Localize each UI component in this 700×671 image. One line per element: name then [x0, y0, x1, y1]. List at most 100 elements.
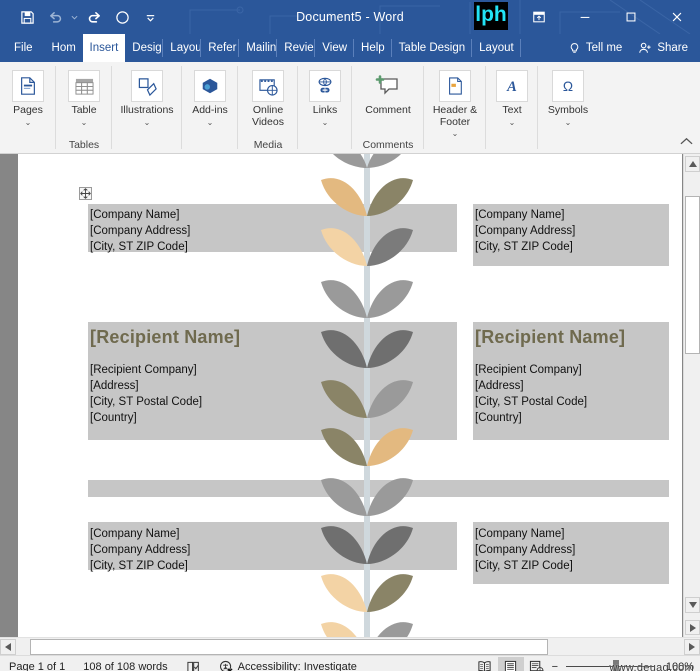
- word-count-label: 108 of 108 words: [83, 660, 168, 671]
- web-layout-icon: [529, 660, 544, 671]
- table-caret-icon[interactable]: ⌄: [81, 118, 88, 127]
- triangle-down-icon: [688, 602, 697, 608]
- table-button[interactable]: Table ⌄: [56, 67, 112, 127]
- header-footer-caret-icon[interactable]: ⌄: [452, 129, 459, 138]
- chevron-up-icon: [680, 137, 693, 145]
- collapse-ribbon-button[interactable]: [680, 137, 693, 149]
- addins-label: Add-ins: [192, 104, 228, 116]
- triangle-right-icon: [689, 642, 695, 651]
- recipient-block-left[interactable]: [Recipient Company] [Address] [City, ST …: [90, 362, 202, 426]
- ribbon-group-label-tables: Tables: [68, 139, 100, 151]
- close-button[interactable]: [654, 0, 700, 34]
- sender-right-bottom-line3: [City, ST ZIP Code]: [475, 560, 573, 572]
- save-button[interactable]: [14, 4, 40, 30]
- accessibility-status[interactable]: Accessibility: Investigate: [210, 656, 366, 671]
- scroll-left-button[interactable]: [0, 638, 16, 655]
- sender-block-right-bottom[interactable]: [Company Name] [Company Address] [City, …: [475, 526, 575, 574]
- vertical-scrollbar[interactable]: [683, 154, 700, 637]
- tab-layout[interactable]: Layou: [163, 34, 202, 62]
- svg-text:A: A: [506, 79, 517, 95]
- recipient-right-line4: [Country]: [475, 412, 522, 424]
- comment-icon: [372, 70, 404, 102]
- tab-review[interactable]: Revie: [277, 34, 316, 62]
- text-caret-icon[interactable]: ⌄: [509, 118, 516, 127]
- accessibility-label: Accessibility: Investigate: [237, 660, 357, 671]
- illustrations-button[interactable]: Illustrations ⌄: [113, 67, 181, 127]
- horizontal-scrollbar[interactable]: [0, 637, 700, 655]
- symbols-label: Symbols: [547, 104, 589, 116]
- ribbon-group-label-comments: Comments: [362, 139, 414, 151]
- view-print-layout-button[interactable]: [497, 656, 524, 671]
- tab-design[interactable]: Desig: [125, 34, 164, 62]
- text-button[interactable]: A Text ⌄: [484, 67, 540, 127]
- text-label: Text: [502, 104, 522, 116]
- scroll-down-button[interactable]: [685, 597, 700, 613]
- sender-left-line3: [City, ST ZIP Code]: [90, 241, 188, 253]
- view-read-mode-button[interactable]: [472, 657, 498, 671]
- recipient-right-line1: [Recipient Company]: [475, 364, 582, 376]
- sender-block-left[interactable]: [Company Name] [Company Address] [City, …: [90, 207, 190, 255]
- pages-caret-icon[interactable]: ⌄: [25, 118, 32, 127]
- comment-button[interactable]: Comment: [354, 67, 422, 117]
- tab-file[interactable]: File: [0, 34, 45, 62]
- tab-home[interactable]: Hom: [45, 34, 83, 62]
- recipient-right-name[interactable]: [Recipient Name]: [475, 327, 625, 348]
- ribbon-group-tables: Table ⌄ Tables: [56, 62, 112, 153]
- symbols-caret-icon[interactable]: ⌄: [565, 118, 572, 127]
- tell-me-button[interactable]: Tell me: [558, 42, 632, 55]
- table-move-handle[interactable]: [79, 187, 92, 200]
- tab-table-layout[interactable]: Layout: [472, 34, 521, 62]
- illustrations-caret-icon[interactable]: ⌄: [144, 118, 151, 127]
- tab-references[interactable]: Refer: [201, 34, 240, 62]
- tab-help[interactable]: Help: [354, 34, 392, 62]
- horizontal-scroll-thumb[interactable]: [30, 638, 548, 655]
- tab-mailings[interactable]: Mailin: [239, 34, 278, 62]
- sender-left-bottom-line1: [Company Name]: [90, 528, 180, 540]
- redo-button[interactable]: [81, 4, 107, 30]
- sender-block-left-bottom[interactable]: [Company Name] [Company Address] [City, …: [90, 526, 190, 574]
- symbols-button[interactable]: Ω Symbols ⌄: [540, 67, 596, 127]
- autosave-toggle[interactable]: [109, 4, 135, 30]
- undo-dropdown[interactable]: [70, 4, 79, 30]
- sender-left-line1: [Company Name]: [90, 209, 180, 221]
- word-count[interactable]: 108 of 108 words: [74, 656, 176, 671]
- ribbon-display-options-button[interactable]: [516, 0, 562, 34]
- sender-right-line3: [City, ST ZIP Code]: [475, 241, 573, 253]
- maximize-button[interactable]: [608, 0, 654, 34]
- pages-button[interactable]: Pages ⌄: [0, 67, 56, 127]
- customize-qat-button[interactable]: [137, 4, 163, 30]
- view-web-layout-button[interactable]: [524, 657, 550, 671]
- vertical-scroll-thumb[interactable]: [685, 196, 700, 354]
- recipient-left-name[interactable]: [Recipient Name]: [90, 327, 240, 348]
- zoom-out-button[interactable]: −: [550, 661, 560, 671]
- tab-table-design[interactable]: Table Design: [392, 34, 473, 62]
- scroll-up-button[interactable]: [685, 156, 700, 172]
- tab-view[interactable]: View: [315, 34, 354, 62]
- proofing-icon: [187, 661, 199, 671]
- share-person-icon: [639, 42, 651, 53]
- save-icon: [20, 10, 34, 24]
- minimize-button[interactable]: [562, 0, 608, 34]
- next-page-button[interactable]: [685, 620, 700, 635]
- online-videos-button[interactable]: Online Videos: [240, 67, 296, 128]
- scroll-right-button[interactable]: [684, 638, 700, 655]
- addins-button[interactable]: Add-ins ⌄: [182, 67, 238, 127]
- addins-caret-icon[interactable]: ⌄: [207, 118, 214, 127]
- addins-icon: [194, 70, 226, 102]
- triangle-left-icon: [5, 642, 11, 651]
- links-caret-icon[interactable]: ⌄: [322, 118, 329, 127]
- document-page[interactable]: [Company Name] [Company Address] [City, …: [18, 154, 682, 637]
- recipient-block-right[interactable]: [Recipient Company] [Address] [City, ST …: [475, 362, 587, 426]
- proofing-status[interactable]: [177, 656, 210, 671]
- recipient-left-line3: [City, ST Postal Code]: [90, 396, 203, 408]
- tab-insert[interactable]: Insert: [82, 34, 126, 62]
- share-label: Share: [657, 42, 688, 54]
- undo-button[interactable]: [42, 4, 68, 30]
- links-button[interactable]: Links ⌄: [297, 67, 353, 127]
- share-button[interactable]: Share: [632, 41, 700, 55]
- horizontal-scroll-track[interactable]: [16, 638, 684, 655]
- sender-block-right[interactable]: [Company Name] [Company Address] [City, …: [475, 207, 575, 255]
- recipient-left-line1: [Recipient Company]: [90, 364, 197, 376]
- page-indicator[interactable]: Page 1 of 1: [0, 656, 74, 671]
- header-footer-button[interactable]: Header & Footer ⌄: [427, 67, 483, 138]
